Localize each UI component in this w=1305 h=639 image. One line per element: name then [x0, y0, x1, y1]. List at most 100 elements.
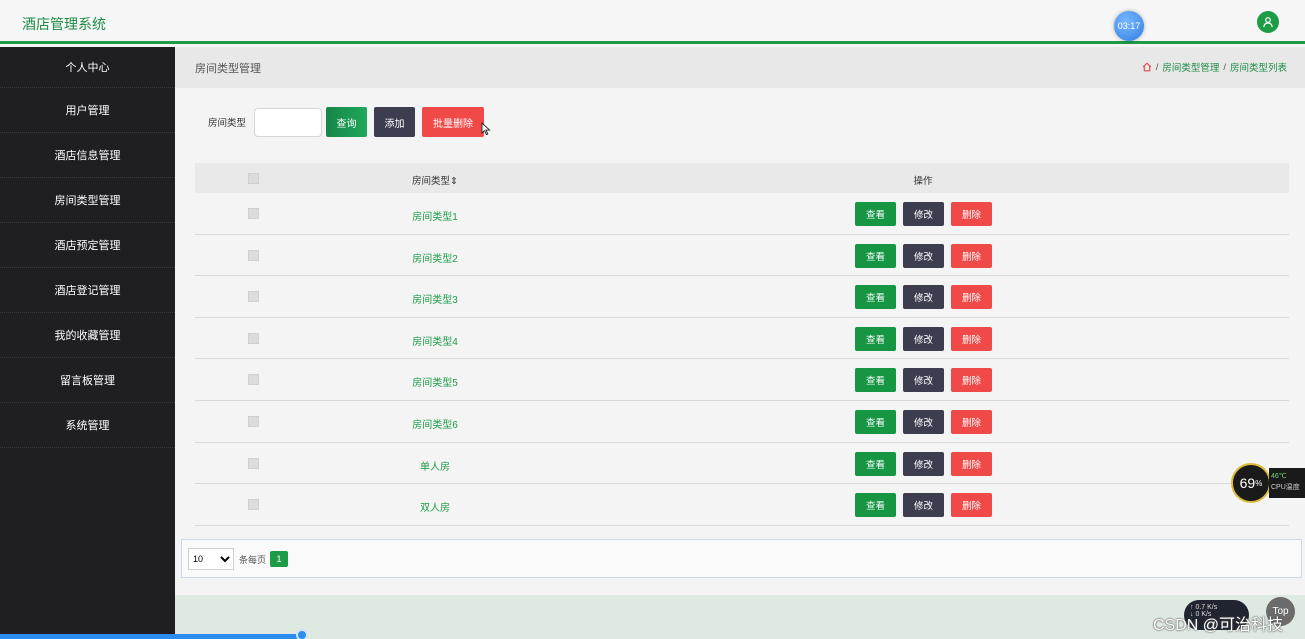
delete-button[interactable]: 删除: [951, 202, 992, 226]
room-type-cell[interactable]: 房间类型3: [385, 291, 485, 306]
row-checkbox[interactable]: [248, 249, 259, 261]
sidebar: 个人中心 用户管理 酒店信息管理 房间类型管理 酒店预定管理 酒店登记管理 我的…: [0, 47, 175, 639]
cpu-usage-gauge: 69%: [1231, 463, 1271, 503]
person-icon: [1263, 17, 1273, 28]
breadcrumb-separator: /: [1155, 61, 1159, 73]
column-header-room-type[interactable]: 房间类型⇕: [385, 173, 485, 187]
cpu-temp-label: CPU温度: [1271, 484, 1300, 491]
watermark: CSDN @可治科技: [1153, 617, 1284, 634]
select-all-checkbox[interactable]: [248, 173, 259, 184]
edit-button[interactable]: 修改: [903, 243, 944, 268]
progress-bar: [0, 634, 304, 639]
sidebar-item-favorites[interactable]: 我的收藏管理: [0, 313, 175, 358]
home-icon[interactable]: [1142, 62, 1152, 72]
column-header-actions: 操作: [913, 176, 933, 187]
room-type-cell[interactable]: 房间类型4: [385, 333, 485, 348]
sidebar-item-personal-center[interactable]: 个人中心: [0, 47, 175, 88]
row-actions: 查看 修改 删除: [855, 243, 992, 268]
room-type-cell[interactable]: 单人房: [385, 458, 485, 473]
delete-button[interactable]: 删除: [951, 326, 992, 351]
delete-button[interactable]: 删除: [951, 285, 992, 310]
footer: [175, 595, 1305, 639]
cpu-temp-panel: 46℃ CPU温度: [1269, 468, 1305, 498]
app-title: 酒店管理系统: [22, 16, 106, 32]
delete-button[interactable]: 删除: [951, 368, 992, 393]
view-button[interactable]: 查看: [855, 326, 896, 351]
room-type-cell[interactable]: 双人房: [385, 499, 485, 514]
cpu-monitor-widget: 69% 46℃ CPU温度: [1231, 463, 1305, 503]
sidebar-item-reservations[interactable]: 酒店预定管理: [0, 223, 175, 268]
page-size-select[interactable]: 10: [188, 548, 234, 570]
row-actions: 查看 修改 删除: [855, 285, 992, 310]
room-type-cell[interactable]: 房间类型2: [385, 250, 485, 265]
sort-icon[interactable]: ⇕: [450, 176, 458, 187]
row-actions: 查看 修改 删除: [855, 493, 992, 518]
view-button[interactable]: 查看: [855, 243, 896, 268]
user-avatar-icon[interactable]: [1257, 11, 1279, 33]
row-checkbox[interactable]: [248, 499, 259, 511]
edit-button[interactable]: 修改: [903, 285, 944, 310]
breadcrumb-room-type-list: 房间类型列表: [1229, 63, 1287, 74]
room-type-cell[interactable]: 房间类型5: [385, 374, 485, 389]
table-row: 房间类型1 查看 修改 删除: [195, 193, 1289, 235]
pagination: 10 条每页 1: [181, 539, 1302, 578]
view-button[interactable]: 查看: [855, 285, 896, 310]
table-header: 房间类型⇕ 操作: [195, 163, 1289, 193]
breadcrumb-separator: /: [1223, 61, 1226, 73]
page-header-bar: 房间类型管理 / 房间类型管理 / 房间类型列表: [175, 47, 1305, 88]
room-type-label: 房间类型: [208, 118, 247, 129]
row-checkbox[interactable]: [248, 374, 259, 386]
delete-button[interactable]: 删除: [951, 493, 992, 518]
table-row: 房间类型6 查看 修改 删除: [195, 400, 1289, 443]
row-checkbox[interactable]: [248, 291, 259, 303]
sidebar-item-user-management[interactable]: 用户管理: [0, 88, 175, 133]
edit-button[interactable]: 修改: [903, 368, 944, 393]
row-checkbox[interactable]: [248, 208, 259, 219]
page-number-button[interactable]: 1: [270, 551, 288, 567]
room-type-search-input[interactable]: [254, 107, 323, 137]
net-upload-value: ↑ 0.7 K/s: [1190, 604, 1218, 611]
delete-button[interactable]: 删除: [951, 451, 992, 476]
edit-button[interactable]: 修改: [903, 493, 944, 518]
progress-handle[interactable]: [296, 629, 308, 639]
view-button[interactable]: 查看: [855, 493, 896, 518]
query-button[interactable]: 查询: [326, 107, 368, 137]
edit-button[interactable]: 修改: [903, 202, 944, 226]
edit-button[interactable]: 修改: [903, 451, 944, 476]
row-actions: 查看 修改 删除: [855, 326, 992, 351]
table-row: 单人房 查看 修改 删除: [195, 442, 1289, 485]
row-checkbox[interactable]: [248, 457, 259, 469]
table-row: 房间类型3 查看 修改 删除: [195, 276, 1289, 318]
view-button[interactable]: 查看: [855, 368, 896, 393]
sidebar-item-system[interactable]: 系统管理: [0, 403, 175, 448]
row-actions: 查看 修改 删除: [855, 368, 992, 393]
edit-button[interactable]: 修改: [903, 326, 944, 351]
delete-button[interactable]: 删除: [951, 409, 992, 434]
view-button[interactable]: 查看: [855, 451, 896, 476]
delete-button[interactable]: 删除: [951, 243, 992, 268]
row-checkbox[interactable]: [248, 415, 259, 427]
room-type-cell[interactable]: 房间类型1: [385, 208, 485, 223]
cpu-temp-value: 46℃: [1271, 473, 1287, 480]
table-row: 房间类型2 查看 修改 删除: [195, 234, 1289, 277]
add-button[interactable]: 添加: [374, 107, 416, 137]
page-title: 房间类型管理: [195, 63, 261, 75]
edit-button[interactable]: 修改: [903, 409, 944, 434]
row-checkbox[interactable]: [248, 332, 259, 344]
view-button[interactable]: 查看: [855, 409, 896, 434]
view-button[interactable]: 查看: [855, 202, 896, 226]
search-bar: 房间类型 查询 添加 批量删除: [208, 107, 491, 137]
breadcrumb: / 房间类型管理 / 房间类型列表: [1142, 60, 1287, 74]
table-row: 房间类型5 查看 修改 删除: [195, 359, 1289, 401]
row-actions: 查看 修改 删除: [855, 409, 992, 434]
sidebar-item-hotel-info[interactable]: 酒店信息管理: [0, 133, 175, 178]
breadcrumb-room-type-management[interactable]: 房间类型管理: [1162, 60, 1219, 74]
sidebar-item-message-board[interactable]: 留言板管理: [0, 358, 175, 403]
row-actions: 查看 修改 删除: [855, 451, 992, 476]
sidebar-item-check-in[interactable]: 酒店登记管理: [0, 268, 175, 313]
room-type-cell[interactable]: 房间类型6: [385, 416, 485, 431]
batch-delete-button[interactable]: 批量删除: [422, 107, 485, 137]
sidebar-item-room-types[interactable]: 房间类型管理: [0, 178, 175, 223]
top-header: 酒店管理系统 03:17: [0, 0, 1305, 44]
room-type-table: 房间类型⇕ 操作 房间类型1 查看 修改 删除 房间类型2 查看 修改 删除 房…: [195, 163, 1289, 526]
